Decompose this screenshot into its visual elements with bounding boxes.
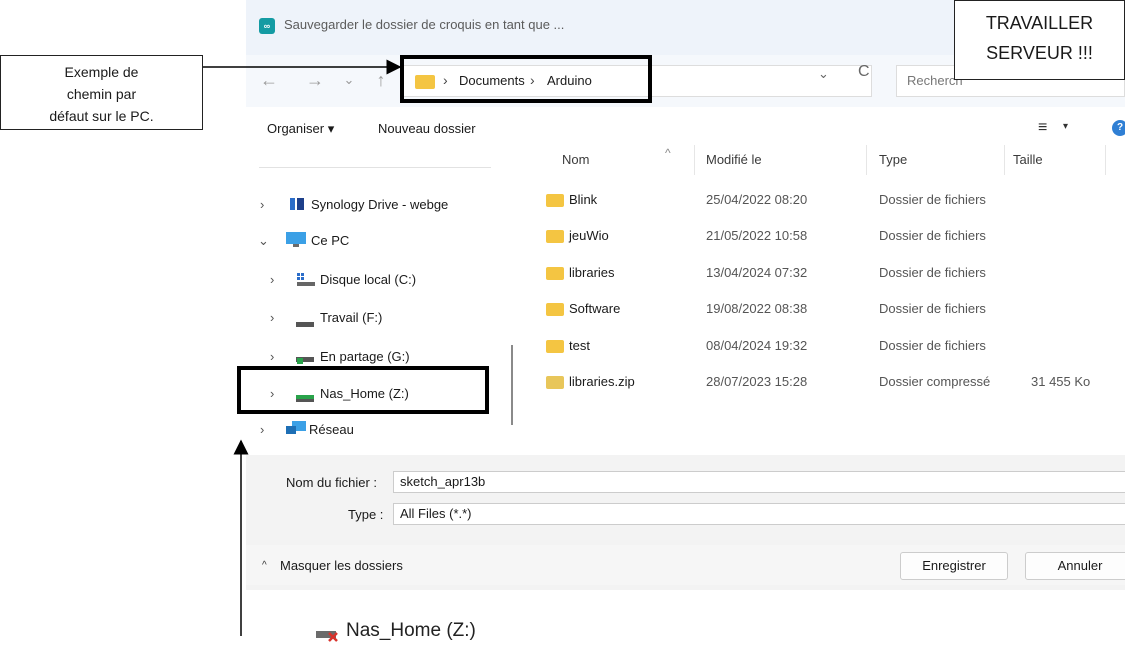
annotation-arrows bbox=[203, 59, 402, 636]
nas-drive-disconnected: Nas_Home (Z:) bbox=[316, 618, 516, 648]
nas-drive-label: Nas_Home (Z:) bbox=[346, 620, 476, 641]
disconnected-drive-icon bbox=[316, 627, 340, 648]
